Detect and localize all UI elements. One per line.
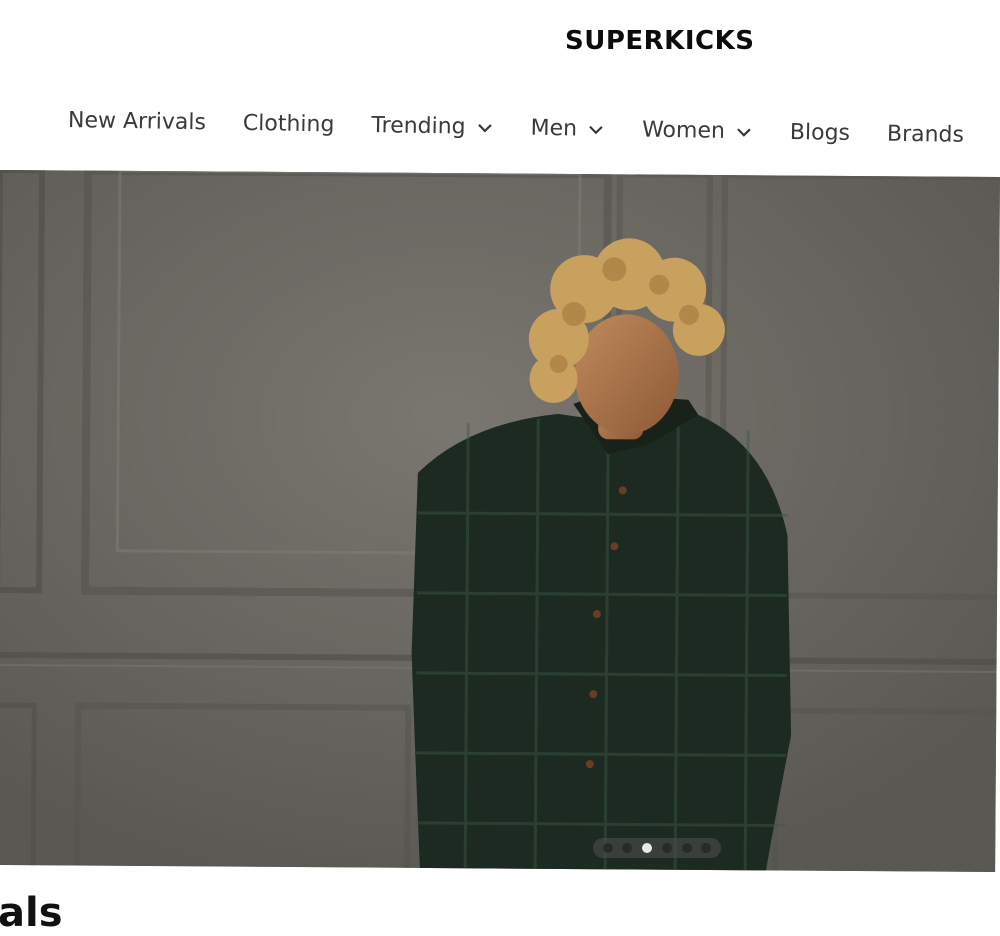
hero-model-photo — [0, 170, 1000, 872]
nav-item-trending[interactable]: Trending — [371, 113, 494, 140]
main-navigation: New Arrivals Clothing Trending Men Women… — [68, 108, 1000, 148]
nav-item-label: Men — [530, 115, 578, 142]
nav-item-new-arrivals[interactable]: New Arrivals — [68, 108, 206, 135]
hero-banner[interactable] — [0, 170, 1000, 872]
slide-dot-1[interactable] — [602, 843, 613, 853]
slide-dot-5[interactable] — [681, 843, 692, 853]
nav-item-clothing[interactable]: Clothing — [243, 111, 335, 138]
slide-dot-2[interactable] — [622, 843, 633, 853]
slide-dot-3[interactable] — [642, 843, 653, 853]
nav-item-brands[interactable]: Brands — [887, 122, 964, 148]
slide-indicator — [593, 838, 721, 858]
nav-item-label: Trending — [371, 113, 466, 140]
section-title: als — [0, 890, 63, 936]
site-logo[interactable]: SUPERKICKS — [565, 26, 754, 56]
slide-dot-6[interactable] — [701, 843, 712, 853]
nav-item-label: Clothing — [242, 110, 335, 138]
site-header: SUPERKICKS New Arrivals Clothing Trendin… — [0, 0, 1000, 172]
nav-item-women[interactable]: Women — [642, 118, 753, 145]
nav-item-men[interactable]: Men — [530, 116, 605, 142]
chevron-down-icon — [737, 127, 751, 137]
slide-dot-4[interactable] — [661, 843, 672, 853]
nav-item-label: New Arrivals — [67, 108, 207, 136]
nav-item-label: Brands — [886, 121, 965, 148]
nav-item-label: Women — [641, 117, 726, 144]
nav-item-label: Blogs — [789, 119, 851, 146]
nav-item-blogs[interactable]: Blogs — [790, 120, 851, 146]
chevron-down-icon — [477, 123, 492, 132]
chevron-down-icon — [589, 125, 603, 134]
